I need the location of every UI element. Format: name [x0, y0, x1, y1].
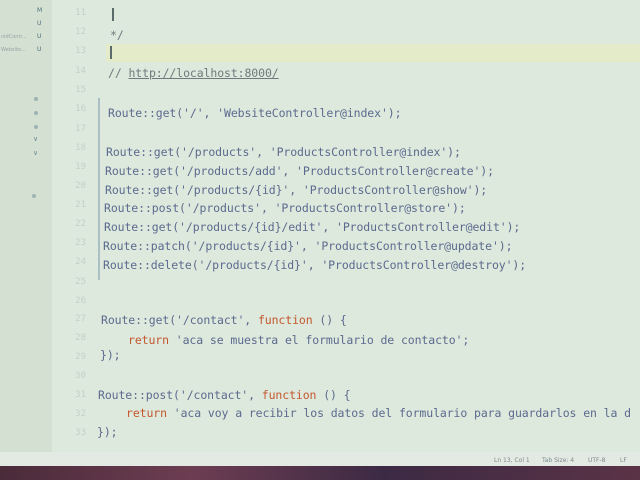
encoding[interactable]: UTF-8 [588, 457, 606, 464]
keyword-token: function [257, 313, 313, 327]
line-number: 19 [75, 162, 86, 172]
code-line[interactable]: }); [100, 348, 121, 362]
explorer-item[interactable]: U [0, 19, 52, 29]
line-number: 23 [75, 238, 86, 248]
line-number: 28 [75, 333, 86, 343]
explorer-sidebar [0, 0, 52, 462]
code-line[interactable]: Route::get('/products/{id}', 'ProductsCo… [105, 183, 487, 197]
line-number: 13 [75, 46, 86, 56]
gutter-dot-icon [32, 194, 36, 198]
code-line[interactable]: Route::patch('/products/{id}', 'Products… [103, 239, 513, 253]
text-cursor [112, 8, 114, 21]
line-number: 12 [75, 27, 86, 37]
desktop-dock [0, 466, 640, 480]
line-number: 31 [75, 390, 86, 400]
line-number: 18 [75, 143, 86, 153]
code-line[interactable]: Route::post('/products', 'ProductsContro… [104, 201, 466, 215]
line-number: 32 [75, 409, 86, 419]
code-line[interactable]: Route::delete('/products/{id}', 'Product… [103, 258, 526, 272]
line-number: 17 [75, 124, 86, 134]
line-number: 24 [75, 257, 86, 267]
code-line[interactable]: // http://localhost:8000/ [108, 66, 279, 80]
code-token: Route::get('/contact', [101, 313, 258, 327]
explorer-file-name: nidContr... [1, 34, 27, 40]
gutter-dot-icon [34, 97, 38, 101]
code-token: Route::post('/contact', [98, 388, 262, 402]
git-status-badge: M [37, 7, 43, 14]
gutter-dot-icon [34, 125, 38, 129]
code-token: () { [312, 313, 347, 327]
current-line-highlight [106, 44, 640, 62]
code-line[interactable]: */ [110, 28, 124, 42]
git-status-badge: U [37, 20, 42, 27]
code-line[interactable]: Route::get('/', 'WebsiteController@index… [108, 106, 402, 120]
gutter-dot-icon [34, 111, 38, 115]
keyword-token: function [261, 388, 317, 402]
code-line[interactable]: return 'aca voy a recibir los datos del … [126, 406, 631, 420]
explorer-item[interactable]: M [0, 6, 52, 16]
line-number: 20 [75, 181, 86, 191]
line-number: 33 [75, 428, 86, 438]
string-token: 'aca se muestra el formulario de contact… [168, 333, 470, 347]
git-status-badge: U [37, 33, 42, 40]
tab-size[interactable]: Tab Size: 4 [542, 457, 574, 464]
explorer-file-name: Website... [1, 47, 26, 53]
comment-end: */ [110, 28, 124, 42]
line-number: 27 [75, 314, 86, 324]
chevron-down-icon: ∨ [33, 135, 39, 143]
indent-guide [98, 98, 100, 280]
line-ending[interactable]: LF [620, 457, 627, 464]
string-token: 'aca voy a recibir los datos del formula… [166, 406, 631, 420]
code-line[interactable]: return 'aca se muestra el formulario de … [128, 333, 469, 347]
code-token: () { [316, 388, 351, 402]
line-number: 14 [75, 66, 86, 76]
keyword-token: return [126, 406, 167, 420]
line-number: 25 [75, 277, 86, 287]
line-number: 21 [75, 200, 86, 210]
explorer-item[interactable]: nidContr... U [0, 32, 52, 42]
comment-prefix: // [108, 66, 129, 80]
code-line[interactable]: }); [97, 425, 118, 439]
explorer-item[interactable]: Website... U [0, 45, 52, 55]
line-number: 26 [75, 296, 86, 306]
text-cursor [110, 46, 112, 59]
line-number: 22 [75, 219, 86, 229]
code-line[interactable]: Route::get('/contact', function () { [101, 313, 347, 327]
git-status-badge: U [37, 46, 42, 53]
url-link[interactable]: http://localhost:8000/ [128, 66, 278, 80]
cursor-position[interactable]: Ln 13, Col 1 [494, 457, 530, 464]
line-number: 16 [75, 104, 86, 114]
line-number: 30 [75, 371, 86, 381]
line-number: 15 [75, 85, 86, 95]
line-number: 29 [75, 352, 86, 362]
line-number: 11 [75, 8, 86, 18]
code-line[interactable]: Route::post('/contact', function () { [98, 388, 351, 402]
code-line[interactable]: Route::get('/products/{id}/edit', 'Produ… [104, 220, 520, 234]
keyword-token: return [128, 333, 169, 347]
code-line[interactable]: Route::get('/products', 'ProductsControl… [106, 145, 461, 159]
chevron-down-icon: ∨ [33, 149, 39, 157]
code-line[interactable]: Route::get('/products/add', 'ProductsCon… [105, 164, 494, 178]
